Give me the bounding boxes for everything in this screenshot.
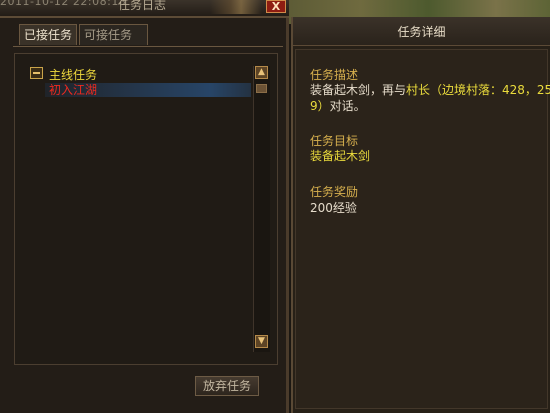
tab-accepted-quests[interactable]: 已接任务: [19, 24, 77, 45]
abandon-quest-button[interactable]: 放弃任务: [195, 376, 259, 396]
scrollbar[interactable]: [253, 66, 270, 352]
close-button[interactable]: X: [266, 0, 286, 13]
description-part2: 对话。: [329, 99, 366, 113]
minus-icon[interactable]: [30, 67, 43, 79]
quest-name: 初入江湖: [49, 83, 98, 97]
quest-log-title-bar: 2011-10-12 22:08:13 任务日志 X: [0, 0, 289, 18]
scroll-up-button[interactable]: ▲: [255, 66, 268, 79]
description-heading: 任务描述: [310, 68, 359, 82]
title-ornament: [210, 0, 262, 14]
scroll-down-button[interactable]: ▼: [255, 335, 268, 348]
goal-text: 装备起木剑: [310, 149, 371, 163]
quest-list-item[interactable]: 初入江湖: [45, 83, 251, 97]
npc-location-link-cont[interactable]: 9）: [310, 99, 330, 113]
quest-tab-bar: 已接任务 可接任务: [13, 24, 283, 47]
quest-log-title: 任务日志: [118, 0, 167, 12]
description-part1: 装备起木剑，再与: [310, 83, 407, 97]
quest-detail-body: 任务描述 装备起木剑，再与村长（边境村落：428，25 9）对话。 任务目标 装…: [295, 49, 550, 409]
scrollbar-thumb[interactable]: [256, 84, 267, 93]
quest-detail-header: 任务详细: [293, 17, 550, 46]
arrow-up-icon: ▲: [258, 67, 265, 77]
description-text: 装备起木剑，再与村长（边境村落：428，25 9）对话。: [310, 82, 550, 114]
quest-detail-window: 任务详细 任务描述 装备起木剑，再与村长（边境村落：428，25 9）对话。 任…: [291, 17, 550, 413]
npc-location-link[interactable]: 村长（边境村落：428，25: [406, 83, 550, 97]
quest-log-window: 2011-10-12 22:08:13 任务日志 X 已接任务 可接任务 主线任…: [0, 0, 289, 413]
tab-available-quests[interactable]: 可接任务: [79, 24, 148, 45]
reward-heading: 任务奖励: [310, 185, 359, 199]
datetime-display: 2011-10-12 22:08:13: [0, 0, 127, 8]
quest-detail-title: 任务详细: [397, 25, 446, 39]
reward-text: 200经验: [310, 201, 357, 215]
category-label: 主线任务: [49, 68, 98, 82]
quest-list-panel: 主线任务 初入江湖: [14, 53, 278, 365]
arrow-down-icon: ▼: [258, 336, 265, 346]
close-icon: X: [271, 0, 281, 13]
goal-heading: 任务目标: [310, 134, 359, 148]
